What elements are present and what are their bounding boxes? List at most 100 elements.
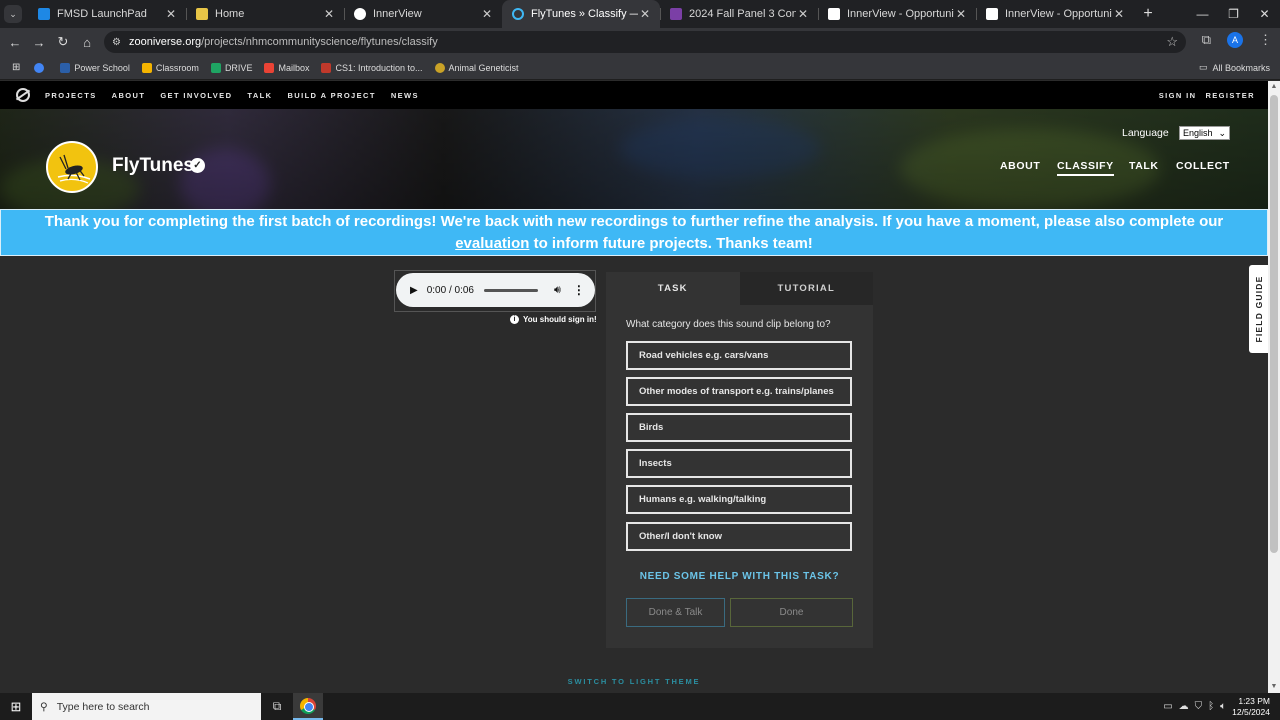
bookmark-google[interactable] bbox=[34, 62, 48, 73]
reload-icon[interactable]: ↻ bbox=[51, 34, 75, 50]
tab-favicon bbox=[38, 8, 50, 20]
tab-title: FlyTunes » Classify — Zoonivers bbox=[531, 8, 638, 20]
evaluation-link[interactable]: evaluation bbox=[455, 235, 529, 252]
bookmark-item[interactable]: Classroom bbox=[141, 62, 199, 73]
task-view-icon[interactable]: ⧉ bbox=[261, 699, 293, 714]
tab-close-icon[interactable]: ✕ bbox=[796, 7, 810, 21]
browser-tab[interactable]: Home ✕ bbox=[186, 0, 344, 28]
browser-tab[interactable]: InnerView - Opportunity - Conn ✕ bbox=[818, 0, 976, 28]
task-panel: TASK TUTORIAL What category does this so… bbox=[606, 272, 873, 648]
browser-tab-strip: ⌄ FMSD LaunchPad ✕ Home ✕ InnerView ✕ Fl… bbox=[0, 0, 1280, 28]
tab-close-icon[interactable]: ✕ bbox=[480, 7, 494, 21]
audio-player[interactable]: ▶ 0:00 / 0:06 🔊︎ ⋮ bbox=[396, 273, 595, 307]
subject-viewer: ▶ 0:00 / 0:06 🔊︎ ⋮ bbox=[394, 270, 596, 312]
tab-search-button[interactable]: ⌄ bbox=[4, 5, 22, 23]
speaker-icon[interactable]: 🔈︎ bbox=[1220, 701, 1226, 712]
nav-get-involved[interactable]: GET INVOLVED bbox=[160, 91, 232, 100]
answer-option[interactable]: Insects bbox=[626, 449, 852, 478]
zooniverse-top-nav: PROJECTS ABOUT GET INVOLVED TALK BUILD A… bbox=[0, 81, 1268, 109]
close-window-icon[interactable]: ✕ bbox=[1249, 0, 1280, 28]
clock-date: 12/5/2024 bbox=[1232, 706, 1270, 717]
bookmark-star-icon[interactable]: ☆ bbox=[1166, 34, 1178, 50]
play-icon[interactable]: ▶ bbox=[410, 285, 418, 296]
browser-tab[interactable]: InnerView - Opportunity - Conn ✕ bbox=[976, 0, 1134, 28]
scroll-down-icon[interactable]: ▼ bbox=[1268, 681, 1280, 693]
answer-option[interactable]: Other/I don't know bbox=[626, 522, 852, 551]
sign-in-link[interactable]: SIGN IN bbox=[1159, 91, 1197, 100]
new-tab-button[interactable]: + bbox=[1134, 5, 1162, 23]
audio-progress-slider[interactable] bbox=[483, 288, 538, 292]
field-guide-label: FIELD GUIDE bbox=[1253, 275, 1264, 343]
address-bar[interactable]: ⚙ zooniverse.org /projects/nhmcommunitys… bbox=[104, 31, 1186, 53]
apps-grid-icon[interactable]: ⊞ bbox=[12, 62, 20, 73]
bookmark-item[interactable]: DRIVE bbox=[210, 62, 252, 73]
answer-option[interactable]: Other modes of transport e.g. trains/pla… bbox=[626, 377, 852, 406]
tab-close-icon[interactable]: ✕ bbox=[1112, 7, 1126, 21]
browser-tab[interactable]: InnerView ✕ bbox=[344, 0, 502, 28]
bookmark-item[interactable]: CS1: Introduction to... bbox=[321, 62, 423, 73]
project-avatar[interactable] bbox=[46, 141, 98, 193]
language-select[interactable]: English ⌄ bbox=[1179, 126, 1230, 140]
nav-projects[interactable]: PROJECTS bbox=[45, 91, 97, 100]
bluetooth-icon[interactable]: ᛒ bbox=[1208, 701, 1214, 712]
browser-tab[interactable]: FMSD LaunchPad ✕ bbox=[28, 0, 186, 28]
bookmark-item[interactable]: Mailbox bbox=[264, 62, 309, 73]
verified-check-icon: ✓ bbox=[190, 158, 205, 173]
tab-favicon bbox=[670, 8, 682, 20]
switch-theme-link[interactable]: SWITCH TO LIGHT THEME bbox=[0, 677, 1268, 686]
cloud-icon[interactable]: ☁ bbox=[1179, 701, 1189, 712]
site-info-icon[interactable]: ⚙ bbox=[112, 37, 121, 48]
back-arrow-icon[interactable]: ← bbox=[3, 35, 27, 50]
nav-build-a-project[interactable]: BUILD A PROJECT bbox=[287, 91, 375, 100]
browser-menu-icon[interactable]: ⋮ bbox=[1259, 32, 1272, 48]
tab-close-icon[interactable]: ✕ bbox=[322, 7, 336, 21]
google-icon bbox=[34, 62, 45, 73]
nav-about[interactable]: ABOUT bbox=[112, 91, 146, 100]
tab-title: 2024 Fall Panel 3 Connections bbox=[689, 8, 796, 20]
bookmark-item[interactable]: Power School bbox=[60, 62, 130, 73]
network-icon[interactable]: ▭ bbox=[1163, 701, 1172, 712]
task-help-link[interactable]: NEED SOME HELP WITH THIS TASK? bbox=[606, 571, 873, 582]
taskbar-search-input[interactable]: ⚲ Type here to search bbox=[32, 693, 261, 720]
bookmark-item[interactable]: Animal Geneticist bbox=[434, 62, 519, 73]
project-nav-about[interactable]: ABOUT bbox=[1000, 160, 1040, 172]
more-options-icon[interactable]: ⋮ bbox=[573, 283, 585, 297]
nav-news[interactable]: NEWS bbox=[391, 91, 419, 100]
tab-close-icon[interactable]: ✕ bbox=[954, 7, 968, 21]
tab-tutorial[interactable]: TUTORIAL bbox=[739, 272, 873, 305]
register-link[interactable]: REGISTER bbox=[1205, 91, 1255, 100]
taskbar-clock[interactable]: 1:23 PM 12/5/2024 bbox=[1232, 696, 1270, 718]
home-icon[interactable]: ⌂ bbox=[75, 35, 99, 50]
project-nav-talk[interactable]: TALK bbox=[1129, 160, 1159, 172]
answer-option[interactable]: Road vehicles e.g. cars/vans bbox=[626, 341, 852, 370]
extensions-icon[interactable]: ⧉ bbox=[1202, 32, 1211, 48]
info-icon: i bbox=[510, 315, 519, 324]
project-nav-classify[interactable]: CLASSIFY bbox=[1057, 160, 1114, 176]
nav-talk[interactable]: TALK bbox=[247, 91, 272, 100]
volume-icon[interactable]: 🔊︎ bbox=[554, 284, 561, 297]
forward-arrow-icon[interactable]: → bbox=[27, 35, 51, 50]
bookmark-favicon bbox=[434, 62, 445, 73]
browser-tab-active[interactable]: FlyTunes » Classify — Zoonivers ✕ bbox=[502, 0, 660, 28]
done-and-talk-button[interactable]: Done & Talk bbox=[626, 598, 725, 627]
tab-close-icon[interactable]: ✕ bbox=[638, 7, 652, 21]
scroll-up-icon[interactable]: ▲ bbox=[1268, 81, 1280, 93]
done-button[interactable]: Done bbox=[730, 598, 853, 627]
tab-task[interactable]: TASK bbox=[606, 272, 740, 305]
zooniverse-logo-icon[interactable] bbox=[16, 88, 30, 102]
chrome-icon bbox=[300, 697, 316, 714]
windows-start-icon[interactable]: ⊞ bbox=[0, 699, 32, 715]
tab-close-icon[interactable]: ✕ bbox=[164, 7, 178, 21]
field-guide-button[interactable]: FIELD GUIDE bbox=[1249, 265, 1268, 353]
all-bookmarks[interactable]: ▭ All Bookmarks bbox=[1199, 62, 1270, 73]
project-nav-collect[interactable]: COLLECT bbox=[1176, 160, 1230, 172]
taskbar-chrome-button[interactable] bbox=[293, 693, 323, 720]
minimize-icon[interactable]: — bbox=[1187, 0, 1218, 28]
answer-option[interactable]: Birds bbox=[626, 413, 852, 442]
security-icon[interactable]: ⛉ bbox=[1195, 701, 1203, 712]
profile-avatar[interactable]: A bbox=[1227, 32, 1243, 48]
browser-tab[interactable]: 2024 Fall Panel 3 Connections ✕ bbox=[660, 0, 818, 28]
scrollbar-thumb[interactable] bbox=[1270, 95, 1278, 553]
restore-icon[interactable]: ❐ bbox=[1218, 0, 1249, 28]
answer-option[interactable]: Humans e.g. walking/talking bbox=[626, 485, 852, 514]
